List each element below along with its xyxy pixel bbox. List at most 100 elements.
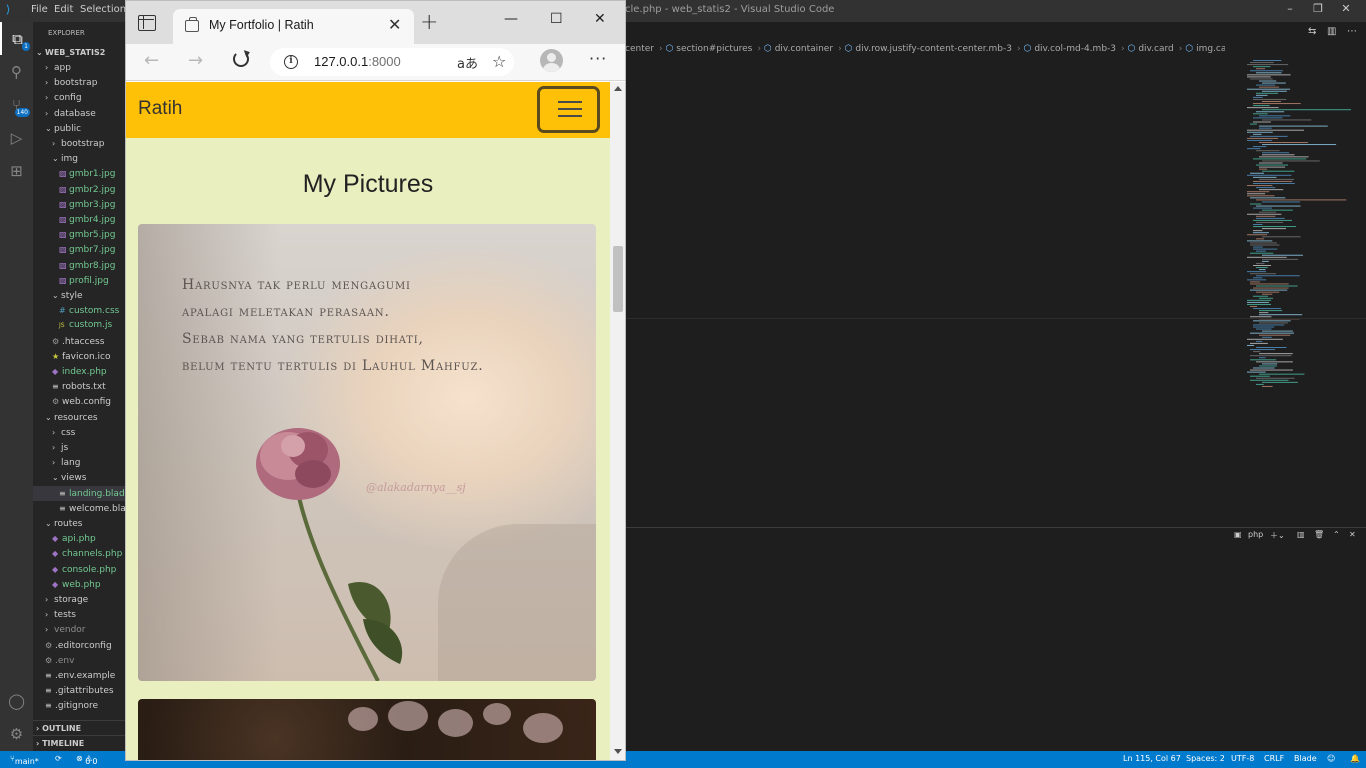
terminal-shell-label[interactable]: php	[1248, 530, 1263, 539]
breadcrumb-item[interactable]: div.row.justify-content-center.mb-3	[855, 44, 1012, 54]
explorer-file[interactable]: ⚙ web.config	[33, 394, 125, 409]
explorer-file[interactable]: ▨ gmbr2.jpg	[33, 182, 125, 197]
browser-close-button[interactable]: ✕	[594, 11, 606, 27]
address-bar[interactable]: i 127.0.0.1:8000 aあ ☆	[270, 48, 514, 76]
tab-actions-icon[interactable]	[138, 15, 156, 31]
explorer-file[interactable]: ⚙ .htaccess	[33, 334, 125, 349]
notifications-icon[interactable]: 🔔	[1350, 754, 1360, 763]
browser-minimize-button[interactable]: —	[504, 11, 518, 27]
split-terminal-icon[interactable]: ▥	[1297, 530, 1305, 539]
explorer-file[interactable]: # custom.css	[33, 303, 125, 318]
tab-close-icon[interactable]: ✕	[388, 15, 401, 34]
search-activity-icon[interactable]: ⚲	[0, 55, 33, 88]
explorer-folder[interactable]: › bootstrap	[33, 136, 125, 151]
more-actions-icon[interactable]: ⋯	[1347, 26, 1357, 37]
manage-gear-icon[interactable]: ⚙	[0, 717, 33, 750]
explorer-folder[interactable]: › database	[33, 106, 125, 121]
explorer-folder[interactable]: › tests	[33, 607, 125, 622]
forward-arrow-icon[interactable]: →	[188, 50, 203, 71]
source-control-activity-icon[interactable]: ⑂ 140	[0, 88, 33, 121]
encoding-status[interactable]: UTF-8	[1231, 754, 1254, 763]
url-text[interactable]: 127.0.0.1:8000	[314, 54, 401, 69]
split-editor-icon[interactable]: ▥	[1327, 26, 1336, 37]
site-info-icon[interactable]: i	[284, 55, 298, 69]
explorer-folder[interactable]: ⌄ style	[33, 288, 125, 303]
breadcrumb-item[interactable]: section#pictures	[676, 44, 752, 54]
breadcrumb-item[interactable]: div.card	[1138, 44, 1173, 54]
explorer-file[interactable]: ≡welcome.blade.	[33, 501, 125, 516]
explorer-file[interactable]: ▨ gmbr1.jpg	[33, 166, 125, 181]
explorer-file[interactable]: ◆ api.php	[33, 531, 125, 546]
explorer-folder[interactable]: ⌄ routes	[33, 516, 125, 531]
scrollbar-thumb[interactable]	[613, 246, 623, 312]
split-compare-icon[interactable]: ⇆	[1308, 26, 1316, 37]
explorer-folder[interactable]: › css	[33, 425, 125, 440]
explorer-folder[interactable]: › storage	[33, 592, 125, 607]
explorer-file[interactable]: ▨ gmbr5.jpg	[33, 227, 125, 242]
scroll-down-icon[interactable]	[614, 749, 622, 754]
explorer-file[interactable]: ▨ gmbr4.jpg	[33, 212, 125, 227]
explorer-file[interactable]: JS custom.js	[33, 318, 125, 333]
sync-icon[interactable]: ⟳	[55, 754, 62, 763]
branch-status[interactable]: ⑂ main*	[10, 754, 39, 766]
problems-status[interactable]: ⊗ 0 ⚠ 0	[76, 754, 98, 766]
explorer-file[interactable]: ◆ console.php	[33, 562, 125, 577]
read-aloud-icon[interactable]: aあ	[457, 53, 478, 72]
breadcrumb-item[interactable]: div.container	[775, 44, 833, 54]
new-tab-icon[interactable]: +	[420, 10, 438, 35]
explorer-folder[interactable]: ⌄ public	[33, 121, 125, 136]
explorer-file[interactable]: ≡ .gitignore	[33, 698, 125, 713]
new-terminal-icon[interactable]: ＋⌄	[1270, 530, 1285, 541]
run-debug-activity-icon[interactable]: ▷	[0, 121, 33, 154]
explorer-folder[interactable]: › app	[33, 60, 125, 75]
settings-more-icon[interactable]: ···	[589, 49, 607, 68]
navbar-toggler-button[interactable]	[537, 86, 600, 133]
explorer-file[interactable]: ≡landing.blade.	[33, 485, 125, 501]
scroll-up-icon[interactable]	[614, 86, 622, 91]
explorer-file[interactable]: ▨ gmbr7.jpg	[33, 242, 125, 257]
explorer-file[interactable]: ▨ gmbr8.jpg	[33, 258, 125, 273]
language-status[interactable]: Blade	[1294, 754, 1317, 763]
timeline-section[interactable]: › TIMELINE	[33, 735, 125, 750]
explorer-file[interactable]: ▨ profil.jpg	[33, 273, 125, 288]
page-scrollbar[interactable]	[610, 82, 625, 760]
explorer-folder[interactable]: › vendor	[33, 622, 125, 637]
reload-icon[interactable]	[233, 51, 249, 67]
explorer-file[interactable]: ▨ gmbr3.jpg	[33, 197, 125, 212]
explorer-folder[interactable]: ⌄ resources	[33, 410, 125, 425]
breadcrumb-item[interactable]: img.card-img-top	[1196, 44, 1225, 54]
explorer-file[interactable]: ≡ robots.txt	[33, 379, 125, 394]
breadcrumb-item[interactable]: div.col-md-4.mb-3	[1034, 44, 1116, 54]
cursor-position[interactable]: Ln 115, Col 67	[1123, 754, 1181, 763]
navbar-brand[interactable]: Ratih	[138, 98, 182, 120]
browser-maximize-button[interactable]: ☐	[550, 11, 563, 27]
explorer-file[interactable]: ◆ channels.php	[33, 546, 125, 561]
explorer-file[interactable]: ◆ web.php	[33, 577, 125, 592]
feedback-icon[interactable]: ☺	[1327, 754, 1335, 763]
explorer-folder[interactable]: ⌄ views	[33, 470, 125, 485]
explorer-folder[interactable]: › config	[33, 90, 125, 105]
editor-scrollbar[interactable]	[1356, 58, 1366, 528]
accounts-activity-icon[interactable]: ◯	[0, 684, 33, 717]
explorer-file[interactable]: ≡ .env.example	[33, 668, 125, 683]
explorer-file[interactable]: ◆ index.php	[33, 364, 125, 379]
explorer-file[interactable]: ⚙ .editorconfig	[33, 638, 125, 653]
eol-status[interactable]: CRLF	[1264, 754, 1284, 763]
explorer-file[interactable]: ⚙ .env	[33, 653, 125, 668]
minimap[interactable]	[1243, 58, 1353, 398]
menu-selection[interactable]: Selection	[80, 4, 126, 15]
menu-file[interactable]: File	[31, 4, 48, 15]
explorer-file[interactable]: ★ favicon.ico	[33, 349, 125, 364]
explorer-folder[interactable]: › bootstrap	[33, 75, 125, 90]
profile-avatar[interactable]	[540, 49, 563, 72]
browser-tab[interactable]: My Fortfolio | Ratih ✕	[173, 9, 414, 44]
explorer-folder[interactable]: › js	[33, 440, 125, 455]
add-favorite-icon[interactable]: ☆	[492, 52, 506, 71]
outline-section[interactable]: › OUTLINE	[33, 720, 125, 735]
breadcrumb-item[interactable]: center	[625, 44, 654, 54]
indentation-status[interactable]: Spaces: 2	[1186, 754, 1225, 763]
explorer-root[interactable]: ⌄ WEB_STATIS2	[33, 45, 125, 60]
extensions-activity-icon[interactable]: ⊞	[0, 154, 33, 187]
close-panel-icon[interactable]: ✕	[1349, 530, 1356, 539]
explorer-file[interactable]: ≡ .gitattributes	[33, 683, 125, 698]
